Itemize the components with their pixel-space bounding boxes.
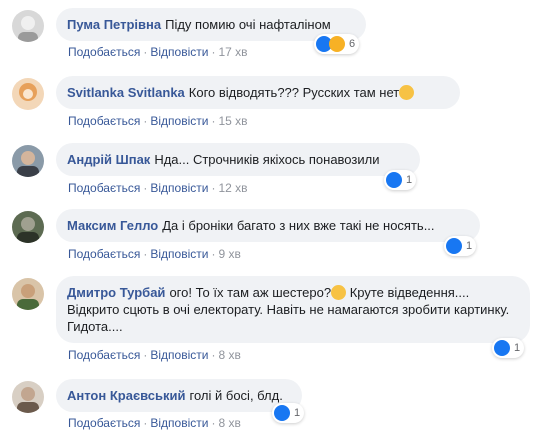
comment-time[interactable]: 15 хв: [218, 114, 247, 128]
haha-reaction-icon: [329, 36, 345, 52]
like-reaction-icon: [494, 340, 510, 356]
separator: ·: [211, 45, 216, 59]
separator: ·: [143, 348, 148, 362]
avatar[interactable]: [12, 381, 44, 413]
thinking-emoji: [331, 285, 347, 300]
avatar[interactable]: [12, 278, 44, 310]
reaction-summary[interactable]: 1: [272, 403, 305, 423]
comment-actions: Подобається · Відповісти · 8 хв: [68, 416, 241, 430]
separator: ·: [211, 181, 216, 195]
comment-actions: Подобається · Відповісти · 8 хв: [68, 348, 241, 362]
separator: ·: [211, 247, 216, 261]
comment-text: Піду помию очі нафталіном: [165, 17, 331, 32]
comment-bubble: Дмитро Турбай ого! То їх там аж шестеро? …: [56, 276, 530, 343]
reaction-summary[interactable]: 1: [444, 236, 477, 256]
comment-text: Нда... Строчників якіхось понавозили: [154, 152, 380, 167]
comment-bubble: Максим Гелло Да і броніки багато з них вж…: [56, 209, 480, 242]
like-link[interactable]: Подобається: [68, 416, 140, 430]
separator: ·: [143, 416, 148, 430]
comment-bubble: Антон Краєвський голі й босі, блд.: [56, 379, 302, 412]
separator: ·: [211, 348, 216, 362]
separator: ·: [143, 114, 148, 128]
separator: ·: [211, 114, 216, 128]
like-link[interactable]: Подобається: [68, 114, 140, 128]
comment-text: ого! То їх там аж шестеро?: [169, 285, 332, 300]
separator: ·: [211, 416, 216, 430]
avatar-image: [12, 145, 44, 177]
comment-time[interactable]: 12 хв: [218, 181, 247, 195]
comment-time[interactable]: 8 хв: [218, 348, 240, 362]
avatar[interactable]: [12, 78, 44, 110]
like-link[interactable]: Подобається: [68, 247, 140, 261]
reply-link[interactable]: Відповісти: [150, 348, 208, 362]
avatar[interactable]: [12, 211, 44, 243]
grinning-sweat-emoji: [399, 85, 415, 100]
reply-link[interactable]: Відповісти: [150, 416, 208, 430]
like-reaction-icon: [446, 238, 462, 254]
avatar-image: [12, 10, 44, 42]
reply-link[interactable]: Відповісти: [150, 181, 208, 195]
avatar[interactable]: [12, 10, 44, 42]
comment-actions: Подобається · Відповісти · 17 хв: [68, 45, 248, 59]
reply-link[interactable]: Відповісти: [150, 45, 208, 59]
reaction-summary[interactable]: 6: [314, 34, 360, 54]
comment-author[interactable]: Дмитро Турбай: [67, 285, 165, 300]
avatar-image: [12, 381, 44, 413]
comment-text: голі й босі, блд.: [189, 388, 283, 403]
comment-actions: Подобається · Відповісти · 12 хв: [68, 181, 248, 195]
comment-author[interactable]: Svitlanka Svitlanka: [67, 85, 185, 100]
comment-actions: Подобається · Відповісти · 15 хв: [68, 114, 248, 128]
reaction-summary[interactable]: 1: [384, 170, 417, 190]
separator: ·: [143, 181, 148, 195]
avatar-image: [12, 211, 44, 243]
comment-author[interactable]: Андрій Шпак: [67, 152, 150, 167]
avatar-image: [12, 278, 44, 310]
like-reaction-icon: [386, 172, 402, 188]
comment-author[interactable]: Антон Краєвський: [67, 388, 186, 403]
reaction-count: 1: [406, 174, 413, 186]
reaction-count: 1: [514, 342, 521, 354]
separator: ·: [143, 247, 148, 261]
reaction-count: 1: [294, 407, 301, 419]
like-reaction-icon: [274, 405, 290, 421]
comment-author[interactable]: Пума Петрівна: [67, 17, 161, 32]
avatar[interactable]: [12, 145, 44, 177]
reaction-count: 6: [349, 38, 356, 50]
comment-time[interactable]: 8 хв: [218, 416, 240, 430]
comment-author[interactable]: Максим Гелло: [67, 218, 158, 233]
comment-text: Кого відводять??? Русских там нет: [188, 85, 400, 100]
comment-time[interactable]: 9 хв: [218, 247, 240, 261]
separator: ·: [143, 45, 148, 59]
avatar-image: [12, 78, 44, 110]
comment-bubble: Svitlanka Svitlanka Кого відводять??? Рус…: [56, 76, 460, 109]
comment-text: Да і броніки багато з них вже такі не но…: [162, 218, 435, 233]
comment-bubble: Андрій Шпак Нда... Строчників якіхось пон…: [56, 143, 420, 176]
like-link[interactable]: Подобається: [68, 181, 140, 195]
reply-link[interactable]: Відповісти: [150, 114, 208, 128]
like-link[interactable]: Подобається: [68, 45, 140, 59]
reaction-summary[interactable]: 1: [492, 338, 525, 358]
reaction-count: 1: [466, 240, 473, 252]
comment-time[interactable]: 17 хв: [218, 45, 247, 59]
like-link[interactable]: Подобається: [68, 348, 140, 362]
reply-link[interactable]: Відповісти: [150, 247, 208, 261]
comment-actions: Подобається · Відповісти · 9 хв: [68, 247, 241, 261]
